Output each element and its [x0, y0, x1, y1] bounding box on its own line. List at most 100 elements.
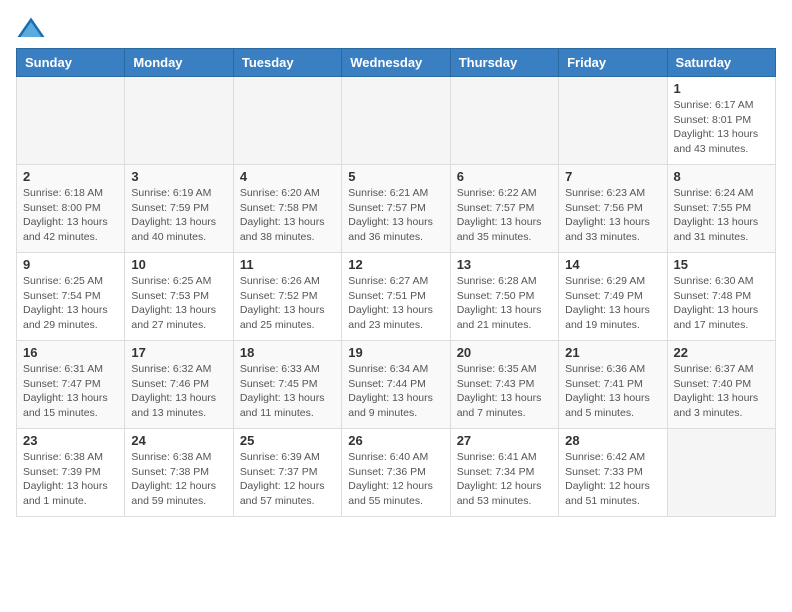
day-info: Sunrise: 6:25 AM Sunset: 7:54 PM Dayligh… — [23, 274, 118, 333]
day-info: Sunrise: 6:18 AM Sunset: 8:00 PM Dayligh… — [23, 186, 118, 245]
day-info: Sunrise: 6:19 AM Sunset: 7:59 PM Dayligh… — [131, 186, 226, 245]
day-info: Sunrise: 6:33 AM Sunset: 7:45 PM Dayligh… — [240, 362, 335, 421]
calendar-cell: 25 Sunrise: 6:39 AM Sunset: 7:37 PM Dayli… — [233, 429, 341, 517]
day-info: Sunrise: 6:39 AM Sunset: 7:37 PM Dayligh… — [240, 450, 335, 509]
day-number: 15 — [674, 257, 769, 272]
day-number: 4 — [240, 169, 335, 184]
day-info: Sunrise: 6:41 AM Sunset: 7:34 PM Dayligh… — [457, 450, 552, 509]
day-number: 8 — [674, 169, 769, 184]
header-monday: Monday — [125, 49, 233, 77]
calendar-cell: 28 Sunrise: 6:42 AM Sunset: 7:33 PM Dayli… — [559, 429, 667, 517]
day-number: 17 — [131, 345, 226, 360]
calendar-cell: 15 Sunrise: 6:30 AM Sunset: 7:48 PM Dayli… — [667, 253, 775, 341]
calendar-cell: 6 Sunrise: 6:22 AM Sunset: 7:57 PM Daylig… — [450, 165, 558, 253]
calendar-cell: 1Sunrise: 6:17 AM Sunset: 8:01 PM Daylig… — [667, 77, 775, 165]
week-row-4: 16 Sunrise: 6:31 AM Sunset: 7:47 PM Dayli… — [17, 341, 776, 429]
calendar-cell: 26 Sunrise: 6:40 AM Sunset: 7:36 PM Dayli… — [342, 429, 450, 517]
calendar-cell: 10Sunrise: 6:25 AM Sunset: 7:53 PM Dayli… — [125, 253, 233, 341]
day-number: 2 — [23, 169, 118, 184]
header-tuesday: Tuesday — [233, 49, 341, 77]
calendar-cell — [233, 77, 341, 165]
day-info: Sunrise: 6:37 AM Sunset: 7:40 PM Dayligh… — [674, 362, 769, 421]
calendar-cell: 24 Sunrise: 6:38 AM Sunset: 7:38 PM Dayli… — [125, 429, 233, 517]
day-number: 6 — [457, 169, 552, 184]
header-wednesday: Wednesday — [342, 49, 450, 77]
calendar-cell: 7 Sunrise: 6:23 AM Sunset: 7:56 PM Daylig… — [559, 165, 667, 253]
day-info: Sunrise: 6:31 AM Sunset: 7:47 PM Dayligh… — [23, 362, 118, 421]
day-number: 18 — [240, 345, 335, 360]
calendar-cell: 18 Sunrise: 6:33 AM Sunset: 7:45 PM Dayli… — [233, 341, 341, 429]
calendar-cell: 2 Sunrise: 6:18 AM Sunset: 8:00 PM Daylig… — [17, 165, 125, 253]
calendar-cell: 11 Sunrise: 6:26 AM Sunset: 7:52 PM Dayli… — [233, 253, 341, 341]
day-number: 28 — [565, 433, 660, 448]
day-number: 19 — [348, 345, 443, 360]
day-info: Sunrise: 6:26 AM Sunset: 7:52 PM Dayligh… — [240, 274, 335, 333]
header-sunday: Sunday — [17, 49, 125, 77]
calendar-cell: 23 Sunrise: 6:38 AM Sunset: 7:39 PM Dayli… — [17, 429, 125, 517]
day-info: Sunrise: 6:29 AM Sunset: 7:49 PM Dayligh… — [565, 274, 660, 333]
calendar-cell — [125, 77, 233, 165]
header — [16, 16, 776, 40]
day-number: 21 — [565, 345, 660, 360]
day-info: Sunrise: 6:34 AM Sunset: 7:44 PM Dayligh… — [348, 362, 443, 421]
day-info: Sunrise: 6:42 AM Sunset: 7:33 PM Dayligh… — [565, 450, 660, 509]
calendar-cell: 9 Sunrise: 6:25 AM Sunset: 7:54 PM Daylig… — [17, 253, 125, 341]
day-info: Sunrise: 6:36 AM Sunset: 7:41 PM Dayligh… — [565, 362, 660, 421]
week-row-2: 2 Sunrise: 6:18 AM Sunset: 8:00 PM Daylig… — [17, 165, 776, 253]
calendar-cell: 14 Sunrise: 6:29 AM Sunset: 7:49 PM Dayli… — [559, 253, 667, 341]
generalblue-logo-icon — [16, 16, 46, 40]
calendar-cell: 5 Sunrise: 6:21 AM Sunset: 7:57 PM Daylig… — [342, 165, 450, 253]
day-info: Sunrise: 6:20 AM Sunset: 7:58 PM Dayligh… — [240, 186, 335, 245]
day-number: 5 — [348, 169, 443, 184]
day-number: 23 — [23, 433, 118, 448]
header-saturday: Saturday — [667, 49, 775, 77]
day-number: 3 — [131, 169, 226, 184]
calendar-cell — [559, 77, 667, 165]
calendar-cell — [17, 77, 125, 165]
day-info: Sunrise: 6:21 AM Sunset: 7:57 PM Dayligh… — [348, 186, 443, 245]
calendar-cell: 20 Sunrise: 6:35 AM Sunset: 7:43 PM Dayli… — [450, 341, 558, 429]
calendar-cell: 13 Sunrise: 6:28 AM Sunset: 7:50 PM Dayli… — [450, 253, 558, 341]
calendar-cell: 8 Sunrise: 6:24 AM Sunset: 7:55 PM Daylig… — [667, 165, 775, 253]
day-number: 24 — [131, 433, 226, 448]
header-thursday: Thursday — [450, 49, 558, 77]
calendar-cell — [342, 77, 450, 165]
calendar-cell: 19 Sunrise: 6:34 AM Sunset: 7:44 PM Dayli… — [342, 341, 450, 429]
calendar-cell: 27 Sunrise: 6:41 AM Sunset: 7:34 PM Dayli… — [450, 429, 558, 517]
day-info: Sunrise: 6:40 AM Sunset: 7:36 PM Dayligh… — [348, 450, 443, 509]
calendar-cell — [667, 429, 775, 517]
day-number: 27 — [457, 433, 552, 448]
header-friday: Friday — [559, 49, 667, 77]
week-row-5: 23 Sunrise: 6:38 AM Sunset: 7:39 PM Dayli… — [17, 429, 776, 517]
day-info: Sunrise: 6:23 AM Sunset: 7:56 PM Dayligh… — [565, 186, 660, 245]
day-number: 16 — [23, 345, 118, 360]
day-info: Sunrise: 6:22 AM Sunset: 7:57 PM Dayligh… — [457, 186, 552, 245]
day-info: Sunrise: 6:30 AM Sunset: 7:48 PM Dayligh… — [674, 274, 769, 333]
day-info: Sunrise: 6:38 AM Sunset: 7:39 PM Dayligh… — [23, 450, 118, 509]
calendar-cell — [450, 77, 558, 165]
day-number: 1 — [674, 81, 769, 96]
day-number: 14 — [565, 257, 660, 272]
calendar-cell: 12 Sunrise: 6:27 AM Sunset: 7:51 PM Dayli… — [342, 253, 450, 341]
calendar-cell: 16 Sunrise: 6:31 AM Sunset: 7:47 PM Dayli… — [17, 341, 125, 429]
day-info: Sunrise: 6:24 AM Sunset: 7:55 PM Dayligh… — [674, 186, 769, 245]
day-number: 11 — [240, 257, 335, 272]
day-number: 20 — [457, 345, 552, 360]
day-info: Sunrise: 6:28 AM Sunset: 7:50 PM Dayligh… — [457, 274, 552, 333]
calendar-cell: 22Sunrise: 6:37 AM Sunset: 7:40 PM Dayli… — [667, 341, 775, 429]
calendar-cell: 17 Sunrise: 6:32 AM Sunset: 7:46 PM Dayli… — [125, 341, 233, 429]
logo — [16, 16, 50, 40]
day-number: 7 — [565, 169, 660, 184]
calendar-cell: 21 Sunrise: 6:36 AM Sunset: 7:41 PM Dayli… — [559, 341, 667, 429]
day-number: 26 — [348, 433, 443, 448]
day-number: 25 — [240, 433, 335, 448]
day-info: Sunrise: 6:32 AM Sunset: 7:46 PM Dayligh… — [131, 362, 226, 421]
calendar-cell: 3 Sunrise: 6:19 AM Sunset: 7:59 PM Daylig… — [125, 165, 233, 253]
day-info: Sunrise: 6:27 AM Sunset: 7:51 PM Dayligh… — [348, 274, 443, 333]
day-number: 13 — [457, 257, 552, 272]
day-number: 9 — [23, 257, 118, 272]
day-info: Sunrise: 6:35 AM Sunset: 7:43 PM Dayligh… — [457, 362, 552, 421]
day-number: 12 — [348, 257, 443, 272]
calendar-table: SundayMondayTuesdayWednesdayThursdayFrid… — [16, 48, 776, 517]
day-info: Sunrise: 6:38 AM Sunset: 7:38 PM Dayligh… — [131, 450, 226, 509]
